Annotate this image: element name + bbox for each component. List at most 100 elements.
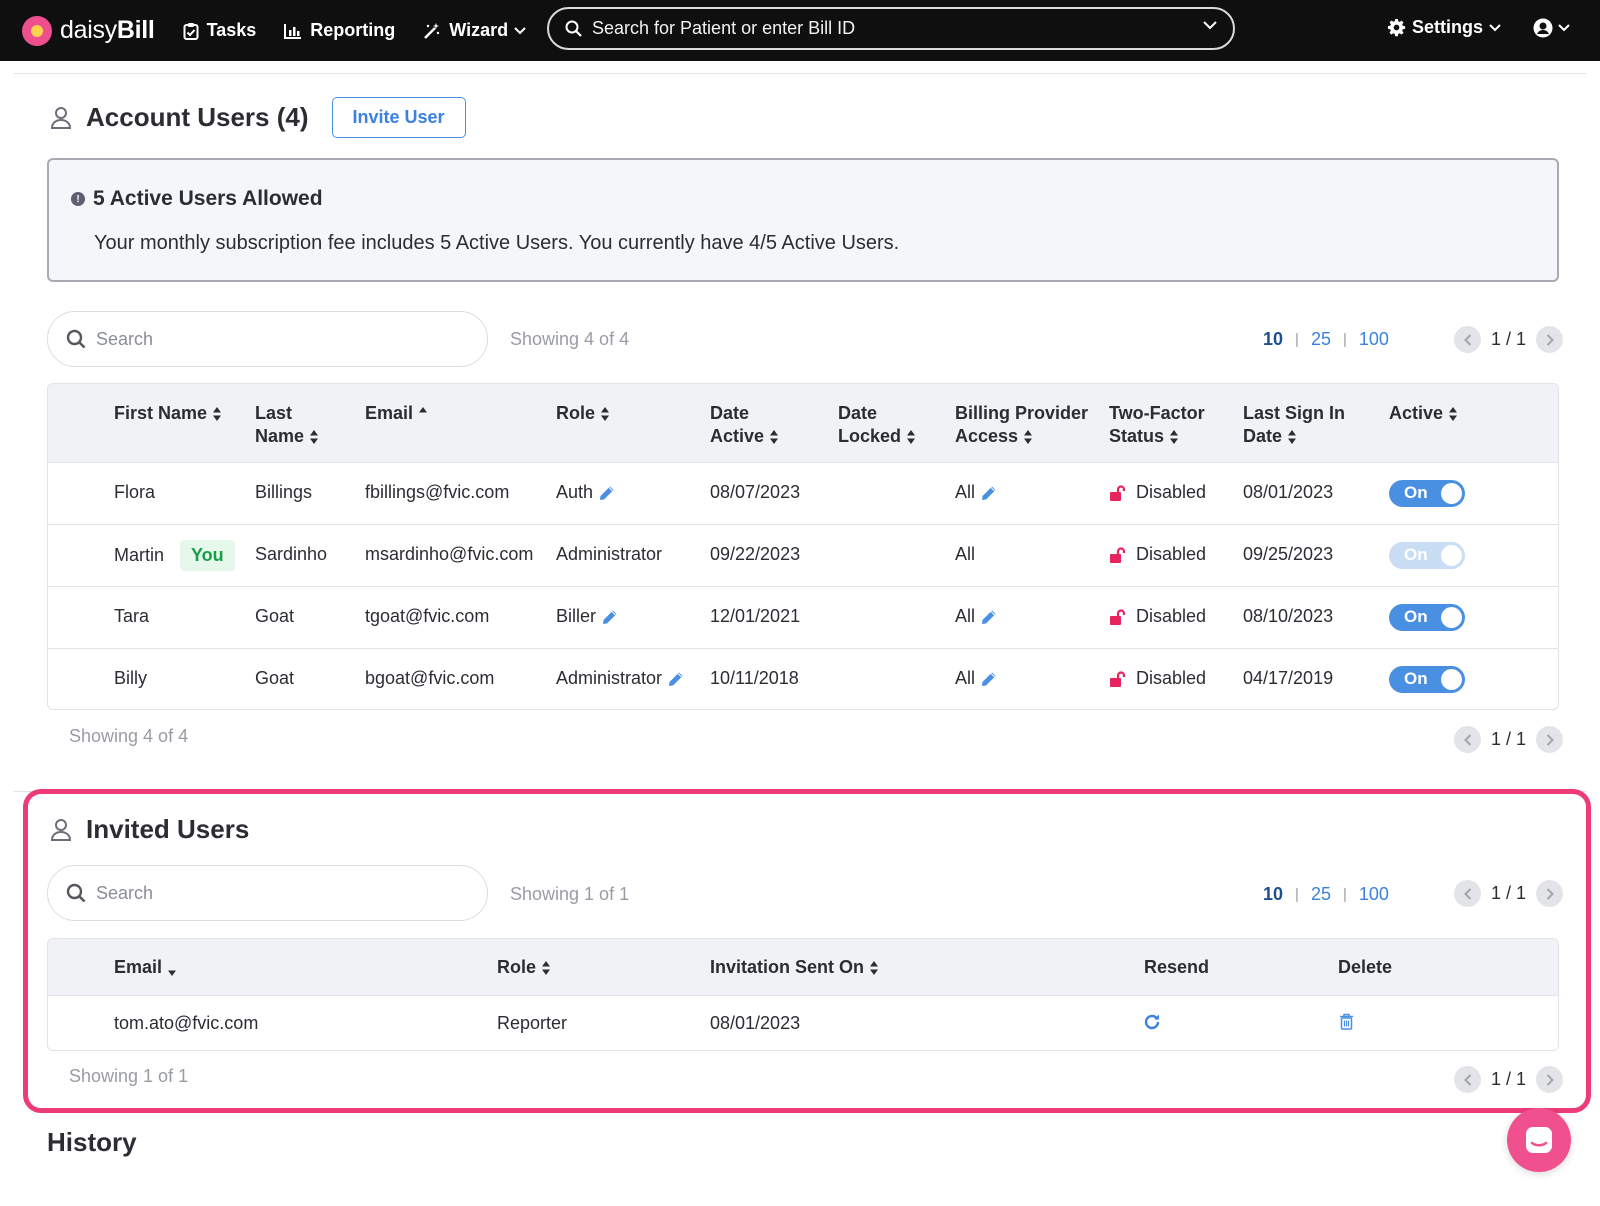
next-page-button[interactable]	[1536, 326, 1564, 353]
active-toggle[interactable]: On	[1389, 666, 1465, 693]
chevron-left-icon	[1463, 1073, 1471, 1086]
col-date-active[interactable]: Date Active	[710, 402, 779, 448]
col-first-name[interactable]: First Name	[114, 402, 222, 425]
chevron-down-icon[interactable]	[1203, 21, 1217, 30]
separator: |	[1342, 331, 1347, 348]
invited-users-pager-top: 1 / 1	[1454, 880, 1564, 907]
col-billing-provider-access[interactable]: Billing Provider Access	[955, 402, 1088, 448]
page-size-option[interactable]: 25	[1311, 329, 1331, 350]
col-email[interactable]: Email	[365, 402, 428, 425]
prev-page-button[interactable]	[1454, 880, 1481, 907]
page-size-option[interactable]: 10	[1263, 884, 1283, 905]
table-row: Flora Billings fbillings@fvic.com Auth 0…	[48, 462, 1558, 524]
col-invitation-sent-on[interactable]: Invitation Sent On	[710, 956, 879, 979]
edit-pencil-icon[interactable]	[981, 609, 997, 625]
edit-pencil-icon[interactable]	[981, 485, 997, 501]
cell-role: Auth	[556, 482, 615, 503]
table-header: First Name Last Name Email Role Date Activ…	[48, 384, 1558, 462]
edit-pencil-icon[interactable]	[981, 671, 997, 687]
col-last-name[interactable]: Last Name	[255, 402, 319, 448]
cell-first-name: Martin You	[114, 540, 235, 571]
cell-role: Administrator	[556, 544, 663, 564]
page-top-border	[14, 73, 1586, 74]
invited-users-showing-count-bottom: Showing 1 of 1	[69, 1066, 189, 1086]
col-active[interactable]: Active	[1389, 402, 1458, 425]
page-size-option[interactable]: 10	[1263, 329, 1283, 350]
cell-billing-access: All	[955, 606, 997, 627]
page-size-option[interactable]: 25	[1311, 884, 1331, 905]
nav-settings[interactable]: Settings	[1387, 17, 1507, 38]
cell-two-factor: Disabled	[1109, 482, 1206, 503]
account-users-showing-count: Showing 4 of 4	[510, 329, 630, 349]
cell-date-active: 10/11/2018	[710, 668, 799, 688]
sort-icon	[310, 430, 319, 445]
brand[interactable]: daisyBill	[22, 15, 155, 46]
prev-page-button[interactable]	[1454, 326, 1481, 353]
prev-page-button[interactable]	[1454, 1066, 1481, 1093]
nav-tasks[interactable]: Tasks	[183, 20, 257, 41]
cell-role: Administrator	[556, 668, 684, 689]
separator: |	[1295, 886, 1299, 903]
nav-reporting[interactable]: Reporting	[284, 20, 395, 41]
cell-email: bgoat@fvic.com	[365, 668, 495, 688]
col-two-factor-status[interactable]: Two-Factor Status	[1109, 402, 1205, 448]
col-email[interactable]: Email	[114, 956, 177, 979]
nav-tasks-label: Tasks	[206, 20, 257, 40]
delete-button[interactable]	[1339, 1013, 1354, 1030]
sort-icon	[1288, 430, 1297, 445]
sort-icon	[770, 430, 779, 445]
chevron-down-icon	[514, 26, 526, 34]
nav-wizard[interactable]: Wizard	[423, 20, 534, 41]
sort-icon	[601, 407, 610, 422]
toggle-switch[interactable]: On	[1389, 604, 1465, 631]
toggle-switch[interactable]: On	[1389, 480, 1465, 507]
next-page-button[interactable]	[1536, 726, 1564, 753]
cell-first-name: Billy	[114, 668, 148, 688]
user-outline-icon	[50, 106, 72, 129]
search-placeholder: Search	[96, 328, 154, 349]
edit-pencil-icon[interactable]	[602, 609, 618, 625]
account-users-pager-top: 1 / 1	[1454, 326, 1564, 353]
page-size-option[interactable]: 100	[1359, 329, 1389, 350]
cell-last-name: Sardinho	[255, 544, 328, 564]
invite-user-button[interactable]: Invite User	[331, 97, 466, 138]
col-role[interactable]: Role	[556, 402, 610, 425]
cell-email: tgoat@fvic.com	[365, 606, 490, 626]
page-size-option[interactable]: 100	[1359, 884, 1389, 905]
next-page-button[interactable]	[1536, 1066, 1564, 1093]
toggle-switch[interactable]: On	[1389, 666, 1465, 693]
invited-users-search-input[interactable]: Search	[47, 865, 488, 921]
cell-last-sign-in: 08/10/2023	[1243, 606, 1334, 626]
prev-page-button[interactable]	[1454, 726, 1481, 753]
patient-search-input[interactable]: Search for Patient or enter Bill ID	[547, 7, 1235, 50]
chevron-down-icon	[1489, 23, 1501, 31]
chat-bubble-icon	[1526, 1127, 1552, 1153]
active-users-notice: ! 5 Active Users Allowed Your monthly su…	[47, 158, 1559, 282]
col-date-locked[interactable]: Date Locked	[838, 402, 916, 448]
col-last-sign-in-date[interactable]: Last Sign In Date	[1243, 402, 1345, 448]
account-users-search-input[interactable]: Search	[47, 311, 488, 367]
user-menu[interactable]	[1533, 18, 1570, 38]
active-toggle[interactable]: On	[1389, 480, 1465, 507]
resend-button[interactable]	[1143, 1013, 1161, 1031]
edit-pencil-icon[interactable]	[668, 671, 684, 687]
active-toggle: On	[1389, 542, 1465, 569]
cell-date-active: 12/01/2021	[710, 606, 801, 626]
invited-users-pager-bottom: 1 / 1	[1454, 1066, 1564, 1093]
search-icon	[66, 329, 86, 349]
section-title: Invited Users	[86, 814, 250, 844]
page-indicator: 1 / 1	[1491, 729, 1527, 749]
page-title: Account Users (4)	[86, 102, 309, 132]
chat-launcher-button[interactable]	[1507, 1108, 1571, 1172]
sort-icon	[870, 961, 879, 976]
col-role[interactable]: Role	[497, 956, 551, 979]
edit-pencil-icon[interactable]	[599, 485, 615, 501]
cell-first-name: Flora	[114, 482, 156, 502]
chevron-left-icon	[1463, 333, 1471, 346]
active-toggle[interactable]: On	[1389, 604, 1465, 631]
next-page-button[interactable]	[1536, 880, 1564, 907]
search-icon	[66, 883, 86, 903]
cell-two-factor: Disabled	[1109, 668, 1206, 689]
cell-first-name: Tara	[114, 606, 150, 626]
cell-last-name: Goat	[255, 606, 295, 626]
